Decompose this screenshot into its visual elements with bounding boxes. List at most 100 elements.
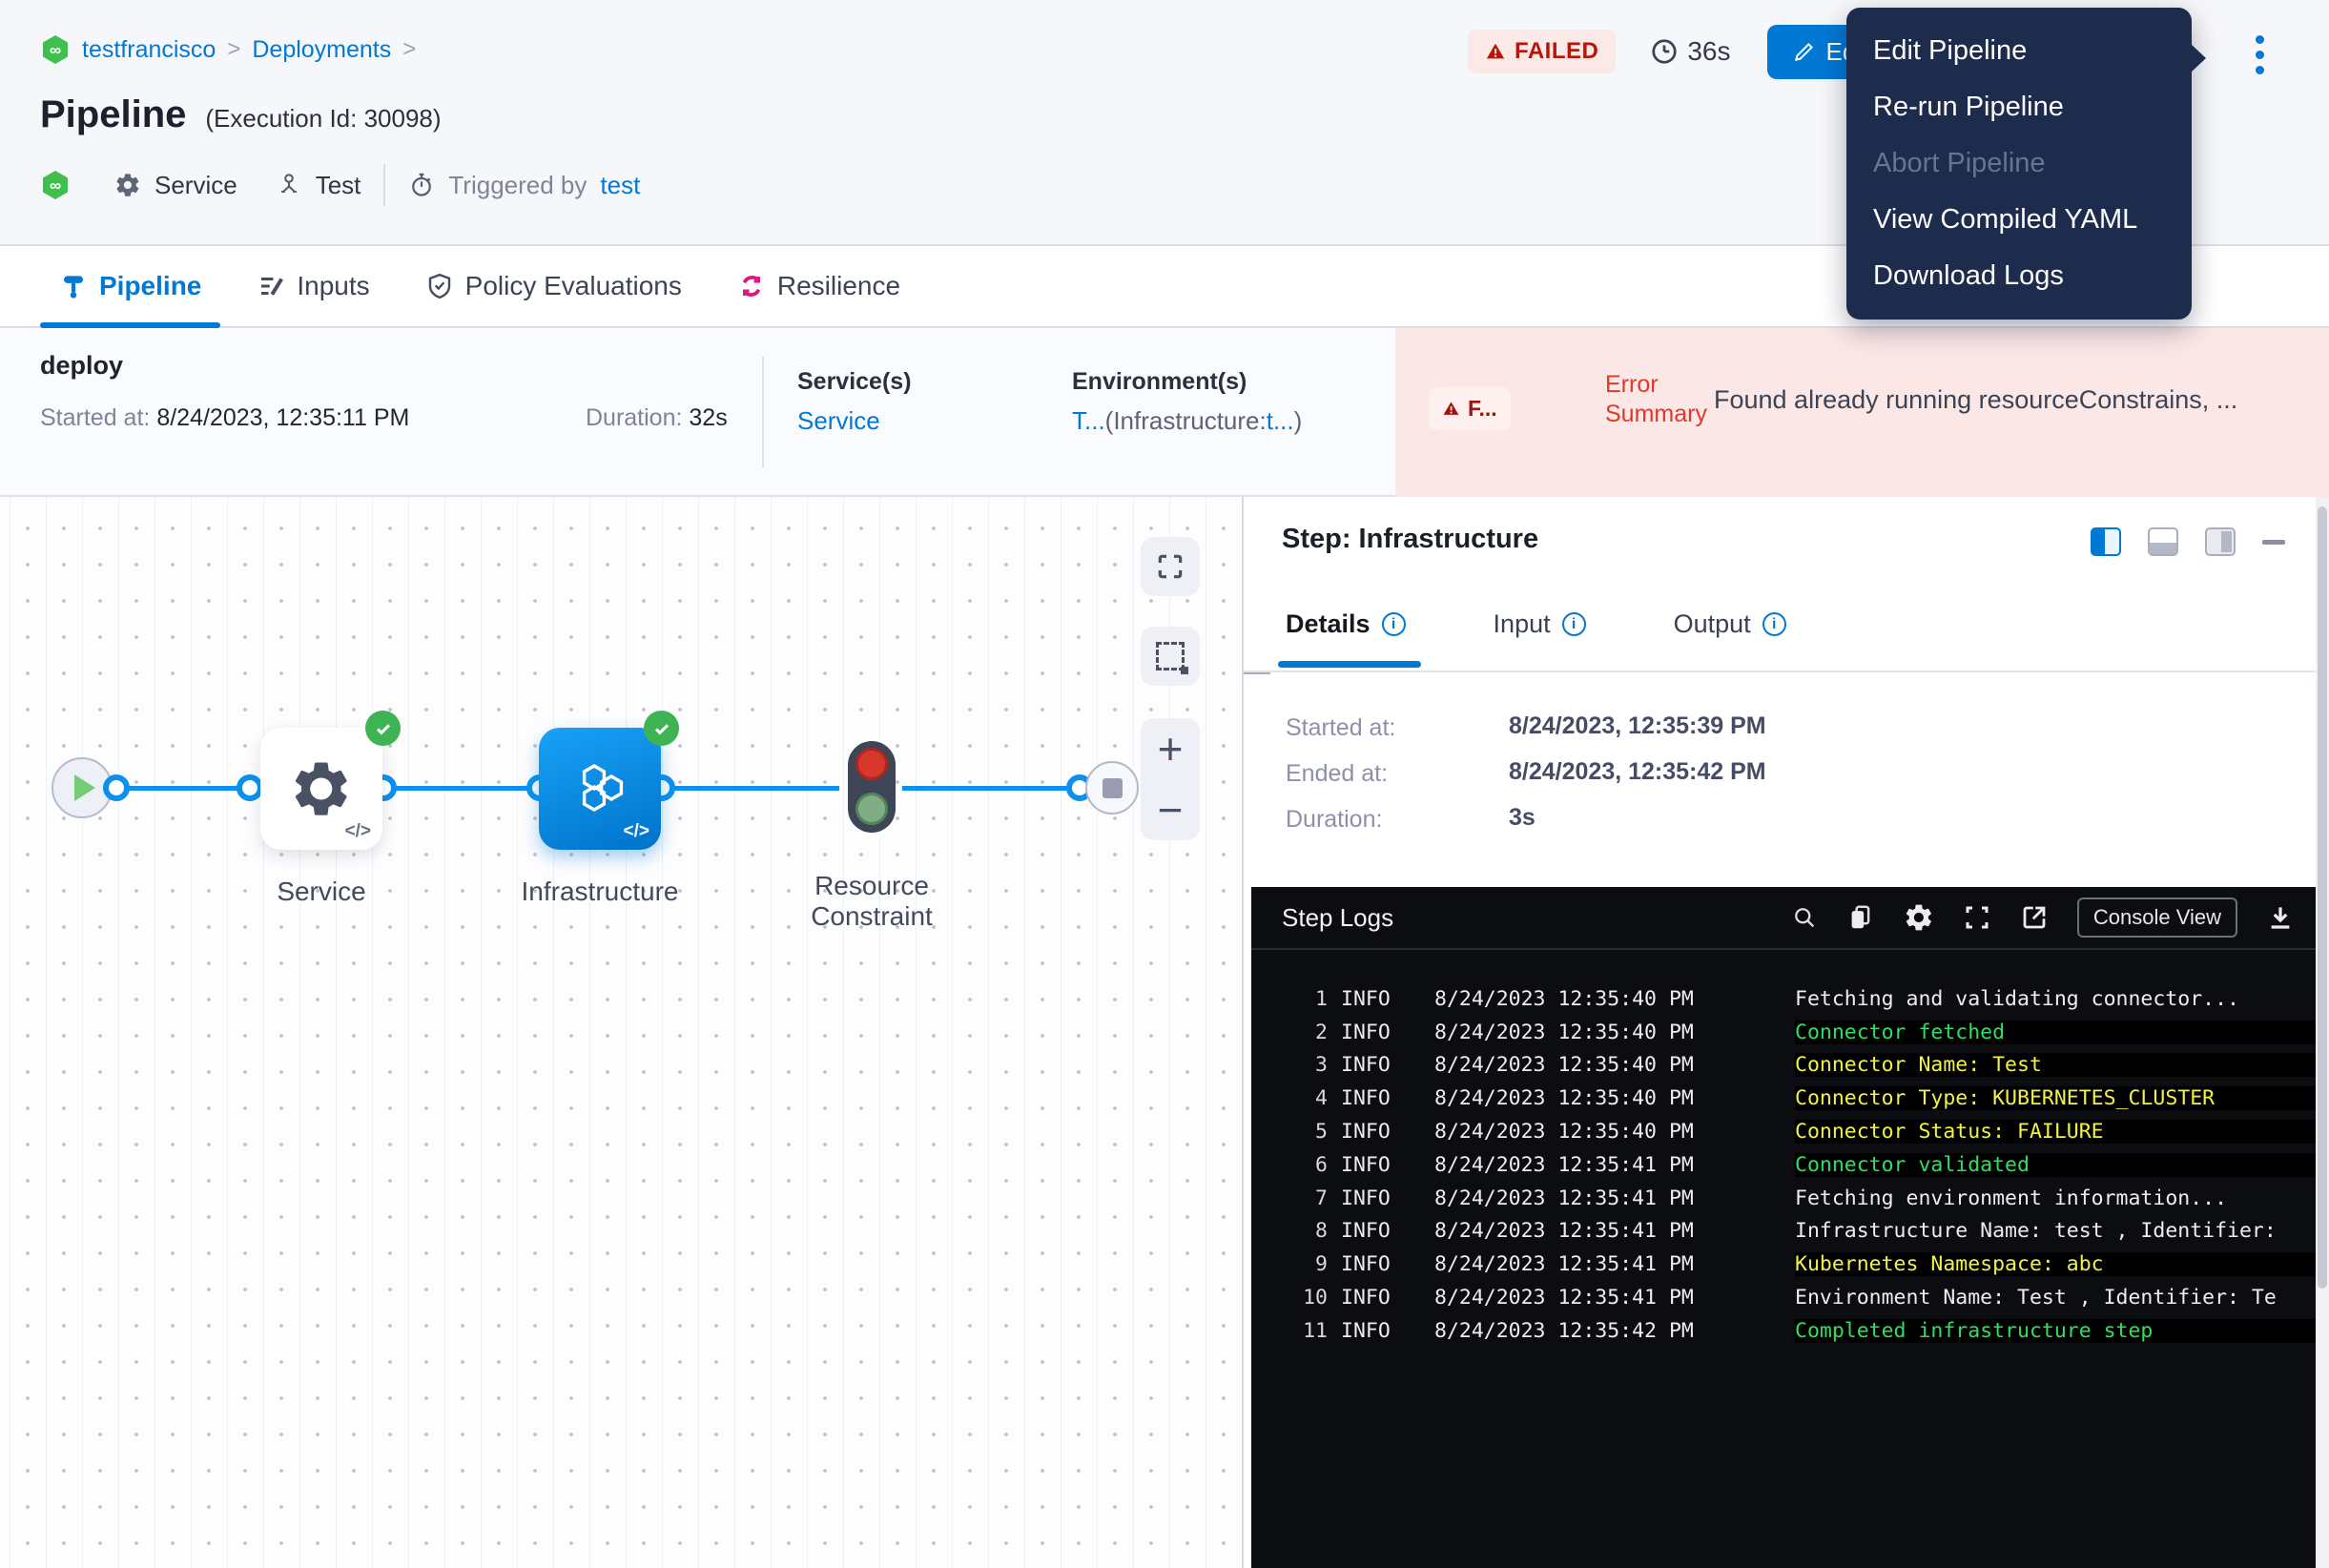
page-title: Pipeline (40, 93, 186, 136)
canvas-select-button[interactable] (1141, 627, 1200, 686)
error-summary-message[interactable]: Found already running resourceConstrains… (1714, 385, 2329, 415)
log-line: 9INFO8/24/2023 12:35:41 PMKubernetes Nam… (1251, 1248, 2318, 1281)
log-line: 10INFO8/24/2023 12:35:41 PMEnvironment N… (1251, 1281, 2318, 1314)
info-icon[interactable] (1562, 612, 1586, 636)
console-view-button[interactable]: Console View (2077, 897, 2237, 938)
resource-constraint-node[interactable] (848, 741, 896, 833)
title-row: Pipeline (Execution Id: 30098) (40, 93, 442, 136)
service-link[interactable]: Service (797, 406, 880, 436)
pipeline-icon (59, 272, 88, 300)
layout-right-view-button[interactable] (2205, 527, 2236, 556)
page-scrollbar[interactable] (2316, 497, 2329, 1568)
hexagons-icon (569, 758, 630, 819)
fullscreen-icon[interactable] (1963, 903, 1991, 932)
step-details-panel: Step: Infrastructure Details Input Outpu… (1242, 497, 2329, 1568)
tab-resilience[interactable]: Resilience (737, 246, 900, 326)
step-logs-title: Step Logs (1282, 903, 1393, 933)
error-status-chip: F... (1429, 387, 1511, 430)
pipeline-execution-page: ∞ testfrancisco > Deployments > Pipeline… (0, 0, 2329, 1568)
stage-started: Started at: 8/24/2023, 12:35:11 PM (40, 404, 409, 432)
harness-logo-icon: ∞ (40, 170, 71, 200)
svg-text:∞: ∞ (50, 41, 61, 59)
tab-inputs[interactable]: Inputs (257, 246, 369, 326)
tab-policy-evaluations[interactable]: Policy Evaluations (425, 246, 682, 326)
triggered-by-user-link[interactable]: test (600, 171, 640, 200)
tab-input[interactable]: Input (1494, 609, 1586, 639)
zoom-out-button[interactable]: − (1141, 779, 1200, 840)
step-logs-panel: Step Logs Console View 1INFO8/24/2023 12… (1251, 887, 2318, 1568)
tab-output[interactable]: Output (1674, 609, 1786, 639)
step-logs-header: Step Logs Console View (1251, 887, 2318, 950)
meta-divider (383, 164, 385, 206)
code-view-glyph: </> (345, 821, 371, 842)
log-line: 6INFO8/24/2023 12:35:41 PMConnector vali… (1251, 1148, 2318, 1182)
canvas-fullscreen-button[interactable] (1141, 537, 1200, 596)
environment-value[interactable]: T...(Infrastructure:t...) (1072, 406, 1302, 436)
service-node-label: Service (216, 877, 426, 907)
panel-minimize-button[interactable] (2262, 540, 2285, 545)
end-node[interactable] (1085, 761, 1139, 815)
more-options-button[interactable] (2239, 27, 2279, 82)
started-at-value: 8/24/2023, 12:35:11 PM (156, 404, 409, 431)
status-badge-label: FAILED (1515, 38, 1598, 65)
search-icon[interactable] (1791, 904, 1818, 931)
started-at-label: Started at: (40, 404, 150, 431)
menu-item-rerun-pipeline[interactable]: Re-run Pipeline (1846, 79, 2192, 135)
scrollbar-thumb[interactable] (2318, 506, 2327, 1289)
error-chip-label: F... (1468, 396, 1497, 422)
download-icon[interactable] (2266, 903, 2295, 932)
graph-edge (902, 786, 1083, 791)
breadcrumb-deployments-link[interactable]: Deployments (252, 36, 391, 64)
stage-divider (762, 357, 764, 467)
info-icon[interactable] (1762, 612, 1786, 636)
duration-label: Duration: (586, 404, 682, 431)
copy-icon[interactable] (1846, 903, 1875, 932)
layout-bottom-view-button[interactable] (2148, 527, 2178, 556)
step-panel-title: Step: Infrastructure (1282, 524, 1538, 555)
zoom-in-button[interactable]: + (1141, 718, 1200, 779)
stage-name[interactable]: deploy (40, 351, 123, 381)
breadcrumb-org-link[interactable]: testfrancisco (82, 36, 216, 64)
log-line: 7INFO8/24/2023 12:35:41 PMFetching envir… (1251, 1182, 2318, 1215)
tab-details[interactable]: Details (1286, 609, 1406, 639)
environment-infra-prefix: (Infrastructure: (1105, 406, 1267, 435)
play-icon (74, 774, 95, 801)
active-tab-underline (1278, 661, 1421, 668)
warning-triangle-icon (1485, 41, 1506, 62)
services-label: Service(s) (797, 368, 912, 396)
infrastructure-node-label: Infrastructure (495, 877, 705, 907)
canvas-zoom-controls: + − (1141, 718, 1200, 840)
success-check-icon (644, 711, 679, 746)
inputs-icon (257, 272, 285, 300)
harness-logo-icon: ∞ (40, 34, 71, 65)
environment-name: T... (1072, 406, 1105, 435)
trigger-type-icon (276, 172, 302, 198)
execution-id: (Execution Id: 30098) (205, 104, 441, 134)
pencil-icon (1792, 39, 1817, 64)
menu-item-edit-pipeline[interactable]: Edit Pipeline (1846, 23, 2192, 79)
trigger-name: Test (316, 171, 361, 200)
tab-pipeline[interactable]: Pipeline (59, 246, 201, 326)
info-icon[interactable] (1382, 612, 1406, 636)
edge-connector-dot (103, 774, 130, 801)
breadcrumb: ∞ testfrancisco > Deployments > (40, 34, 416, 65)
environment-close-paren: ) (1294, 406, 1303, 435)
environments-label: Environment(s) (1072, 368, 1247, 396)
log-line: 1INFO8/24/2023 12:35:40 PMFetching and v… (1251, 982, 2318, 1016)
log-line: 2INFO8/24/2023 12:35:40 PMConnector fetc… (1251, 1016, 2318, 1049)
pipeline-graph-canvas[interactable]: </> Service </> Infrastructure Resource … (0, 497, 1242, 1568)
gear-icon[interactable] (1904, 902, 1934, 933)
layout-split-view-button[interactable] (2091, 527, 2121, 556)
gear-icon (290, 757, 353, 820)
panel-layout-controls (2091, 527, 2285, 556)
svg-text:∞: ∞ (50, 176, 61, 195)
menu-item-download-logs[interactable]: Download Logs (1846, 248, 2192, 304)
pipeline-options-menu: Edit Pipeline Re-run Pipeline Abort Pipe… (1846, 8, 2192, 320)
external-link-icon[interactable] (2020, 903, 2049, 932)
menu-item-view-compiled-yaml[interactable]: View Compiled YAML (1846, 192, 2192, 248)
service-step-node[interactable]: </> (260, 728, 382, 850)
gear-icon (114, 172, 141, 198)
infrastructure-step-node[interactable]: </> (539, 728, 661, 850)
traffic-light-green (855, 793, 888, 825)
step-logs-body[interactable]: 1INFO8/24/2023 12:35:40 PMFetching and v… (1251, 950, 2318, 1348)
